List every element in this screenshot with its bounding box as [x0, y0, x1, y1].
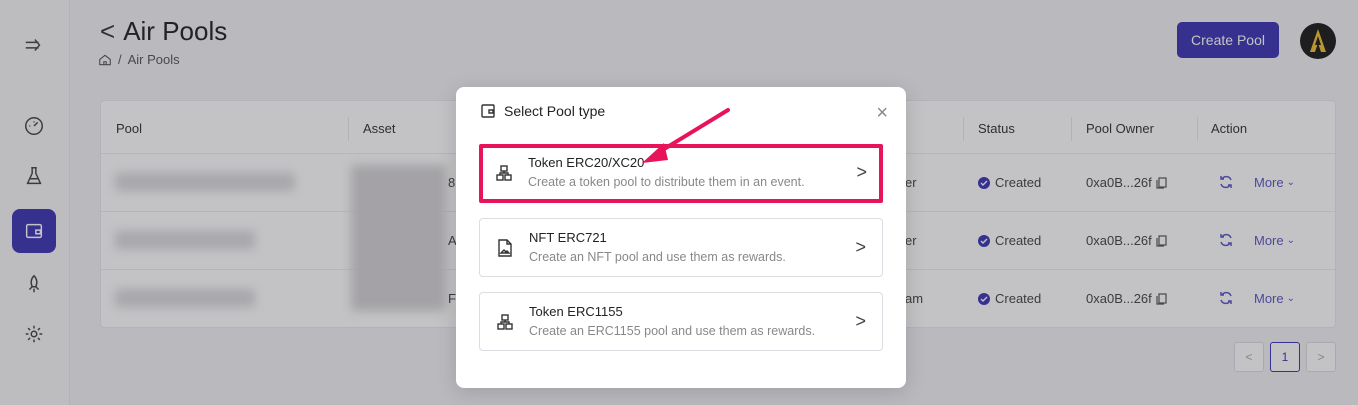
chevron-right-icon: > [856, 162, 867, 182]
option-title: Token ERC20/XC20 [528, 155, 645, 170]
select-pool-type-modal: Select Pool type × Token ERC20/XC20 Crea… [456, 87, 906, 388]
token-stack-icon [497, 314, 513, 330]
modal-header: Select Pool type [480, 103, 605, 119]
pool-option-token-erc20[interactable]: Token ERC20/XC20 Create a token pool to … [479, 144, 883, 203]
token-stack-icon [496, 165, 512, 181]
pool-option-nft-erc721[interactable]: NFT ERC721 Create an NFT pool and use th… [479, 218, 883, 277]
option-description: Create an NFT pool and use them as rewar… [529, 250, 786, 264]
wallet-icon [481, 104, 495, 118]
option-description: Create an ERC1155 pool and use them as r… [529, 324, 816, 338]
nft-image-icon [498, 239, 512, 257]
close-icon[interactable]: × [876, 103, 888, 123]
option-description: Create a token pool to distribute them i… [528, 175, 805, 189]
pool-option-token-erc1155[interactable]: Token ERC1155 Create an ERC1155 pool and… [479, 292, 883, 351]
chevron-right-icon: > [855, 237, 866, 257]
chevron-right-icon: > [855, 311, 866, 331]
modal-title: Select Pool type [504, 103, 606, 119]
option-title: NFT ERC721 [529, 230, 607, 245]
option-title: Token ERC1155 [529, 304, 623, 319]
